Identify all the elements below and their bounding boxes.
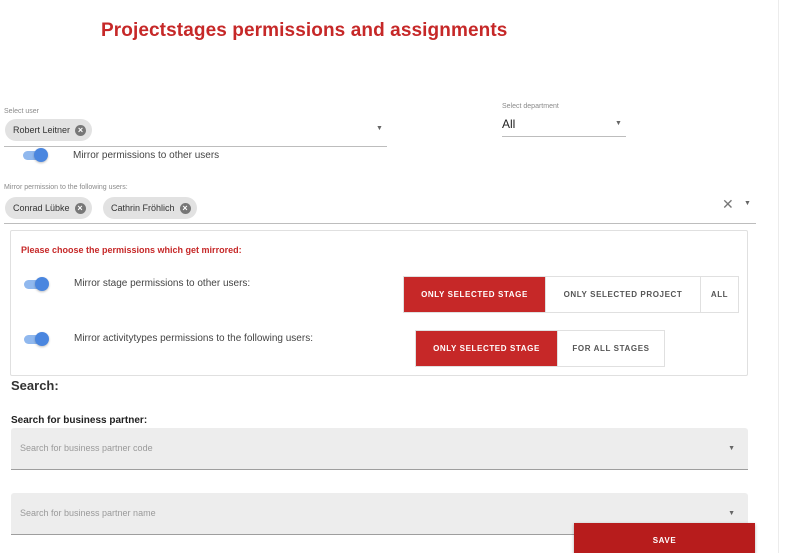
for-all-stages-button[interactable]: FOR ALL STAGES — [558, 331, 664, 366]
mirror-user-chip-label: Cathrin Fröhlich — [111, 203, 175, 213]
department-value[interactable]: All — [502, 117, 515, 131]
mirror-user-chip[interactable]: Conrad Lübke × — [5, 197, 92, 219]
permissions-heading: Please choose the permissions which get … — [21, 245, 242, 255]
stage-permissions-toggle[interactable] — [24, 277, 50, 291]
mirror-users-caret-icon[interactable]: ▼ — [744, 200, 751, 207]
user-chip[interactable]: Robert Leitner × — [5, 119, 93, 141]
user-select-underline — [4, 146, 387, 147]
mirror-user-chip[interactable]: Cathrin Fröhlich × — [103, 197, 197, 219]
mirror-permissions-toggle[interactable] — [23, 148, 49, 162]
department-caret-icon[interactable]: ▼ — [615, 120, 622, 127]
mirror-permissions-label: Mirror permissions to other users — [73, 150, 220, 161]
activitytypes-permissions-label: Mirror activitytypes permissions to the … — [74, 333, 313, 344]
business-partner-code-select[interactable]: Search for business partner code ▼ — [11, 428, 748, 470]
toggle-thumb — [35, 277, 49, 291]
bp-name-placeholder: Search for business partner name — [20, 508, 156, 518]
select-user-label: Select user — [4, 108, 40, 115]
activitytypes-permissions-toggle[interactable] — [24, 332, 50, 346]
divider — [778, 0, 779, 553]
mirror-users-underline — [4, 223, 756, 224]
mirror-user-chip-label: Conrad Lübke — [13, 203, 70, 213]
user-dropdown-caret-icon[interactable]: ▼ — [376, 125, 383, 132]
only-selected-stage-button[interactable]: ONLY SELECTED STAGE — [416, 331, 558, 366]
chip-remove-icon[interactable]: × — [75, 124, 87, 136]
stage-scope-toggle-group: ONLY SELECTED STAGE ONLY SELECTED PROJEC… — [403, 276, 739, 313]
chip-remove-icon[interactable]: × — [74, 202, 86, 214]
caret-down-icon: ▼ — [728, 445, 735, 452]
department-underline — [502, 136, 626, 137]
mirror-users-label: Mirror permission to the following users… — [4, 184, 128, 191]
toggle-thumb — [35, 332, 49, 346]
activity-scope-toggle-group: ONLY SELECTED STAGE FOR ALL STAGES — [415, 330, 665, 367]
select-department-label: Select department — [502, 103, 559, 110]
only-selected-project-button[interactable]: ONLY SELECTED PROJECT — [546, 277, 701, 312]
only-selected-stage-button[interactable]: ONLY SELECTED STAGE — [404, 277, 546, 312]
stage-permissions-label: Mirror stage permissions to other users: — [74, 278, 251, 289]
bp-code-placeholder: Search for business partner code — [20, 443, 153, 453]
toggle-thumb — [34, 148, 48, 162]
save-button[interactable]: SAVE — [574, 523, 755, 553]
user-chip-label: Robert Leitner — [13, 125, 71, 135]
business-partner-heading: Search for business partner: — [11, 415, 148, 426]
caret-down-icon: ▼ — [728, 510, 735, 517]
page-title: Projectstages permissions and assignment… — [101, 20, 508, 41]
all-button[interactable]: ALL — [701, 277, 738, 312]
clear-icon[interactable]: ✕ — [722, 196, 734, 213]
chip-remove-icon[interactable]: × — [179, 202, 191, 214]
search-heading: Search: — [11, 378, 59, 393]
